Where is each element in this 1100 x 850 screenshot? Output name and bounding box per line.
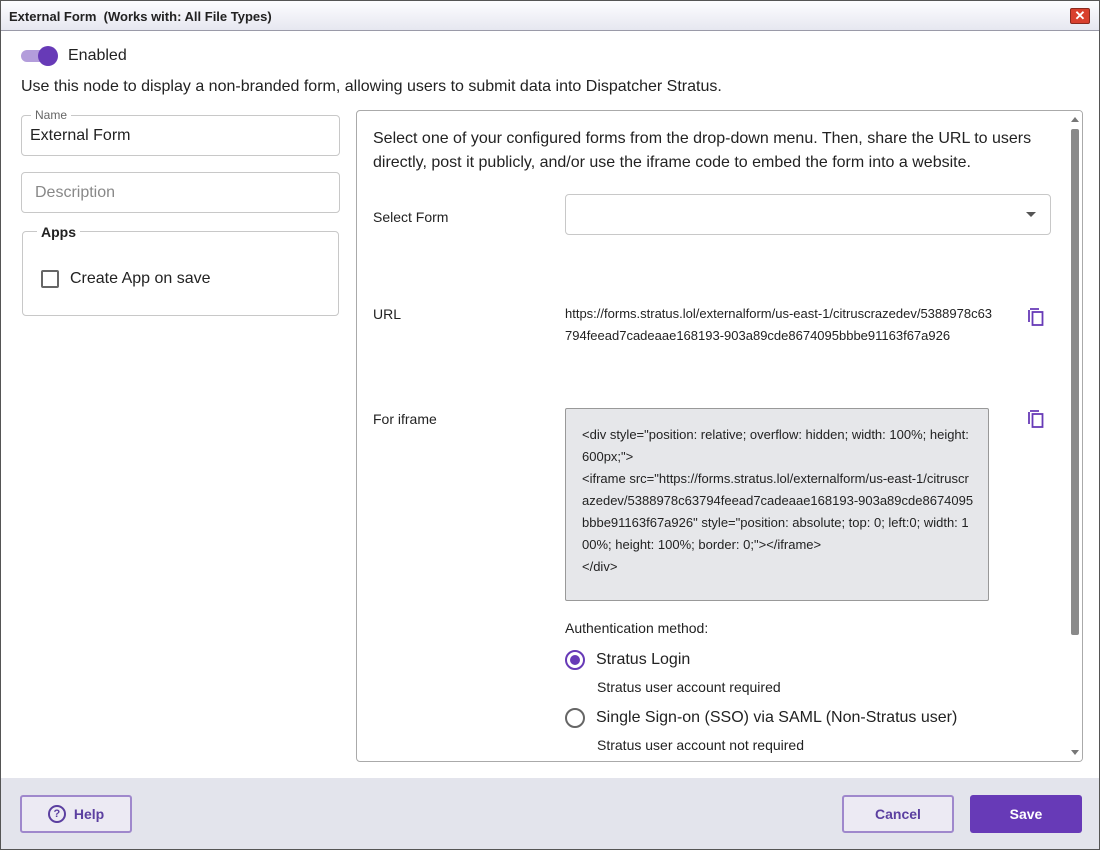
radio-sso-saml[interactable] — [565, 708, 585, 728]
help-button[interactable]: ? Help — [20, 795, 132, 833]
scroll-down-icon[interactable] — [1071, 750, 1079, 755]
apps-group: Apps Create App on save — [22, 224, 339, 316]
name-value: External Form — [30, 127, 131, 144]
copy-iframe-icon[interactable] — [1027, 409, 1045, 429]
iframe-code-box[interactable]: <div style="position: relative; overflow… — [565, 408, 989, 601]
dialog-footer: ? Help Cancel Save — [1, 778, 1099, 849]
scroll-thumb[interactable] — [1071, 129, 1079, 635]
stratus-login-label[interactable]: Stratus Login — [596, 651, 690, 669]
description-field[interactable]: Description — [21, 172, 340, 213]
form-url: https://forms.stratus.lol/externalform/u… — [565, 306, 993, 343]
description-placeholder: Description — [35, 184, 116, 201]
auth-method-label: Authentication method: — [565, 620, 709, 636]
create-app-checkbox[interactable] — [41, 270, 59, 288]
select-form-dropdown[interactable] — [565, 194, 1051, 235]
close-button[interactable]: ✕ — [1070, 8, 1090, 24]
stratus-login-sub: Stratus user account required — [597, 679, 781, 695]
sso-saml-label[interactable]: Single Sign-on (SSO) via SAML (Non-Strat… — [596, 709, 957, 727]
iframe-code-line: <div style="position: relative; overflow… — [582, 427, 969, 464]
save-button[interactable]: Save — [970, 795, 1082, 833]
help-icon: ? — [47, 805, 66, 823]
name-field[interactable]: Name External Form — [21, 108, 340, 156]
create-app-label[interactable]: Create App on save — [70, 270, 211, 288]
copy-url-icon[interactable] — [1027, 307, 1045, 327]
dropdown-arrow-icon — [1026, 212, 1036, 217]
help-label: Help — [73, 806, 105, 822]
cancel-button[interactable]: Cancel — [842, 795, 954, 833]
enabled-toggle[interactable] — [21, 46, 59, 66]
node-description: Use this node to display a non-branded f… — [21, 78, 722, 95]
name-label: Name — [31, 108, 72, 122]
scroll-up-icon[interactable] — [1071, 117, 1079, 122]
apps-legend: Apps — [37, 224, 80, 240]
radio-stratus-login[interactable] — [565, 650, 585, 670]
panel-scrollbar[interactable] — [1068, 111, 1082, 761]
panel-intro: Select one of your configured forms from… — [373, 130, 1032, 171]
iframe-label: For iframe — [373, 411, 437, 427]
url-label: URL — [373, 306, 402, 322]
dialog-title: External Form (Works with: All File Type… — [9, 9, 272, 24]
sso-saml-sub: Stratus user account not required — [597, 737, 805, 753]
form-settings-panel: Select one of your configured forms from… — [356, 110, 1083, 762]
enabled-label: Enabled — [68, 47, 127, 64]
toggle-knob — [38, 46, 58, 66]
iframe-code-line: <iframe src="https://forms.stratus.lol/e… — [582, 471, 974, 552]
iframe-code-line: </div> — [582, 559, 618, 574]
external-form-dialog: External Form (Works with: All File Type… — [0, 0, 1100, 850]
select-form-label: Select Form — [373, 209, 449, 225]
title-bar: External Form (Works with: All File Type… — [1, 1, 1099, 31]
